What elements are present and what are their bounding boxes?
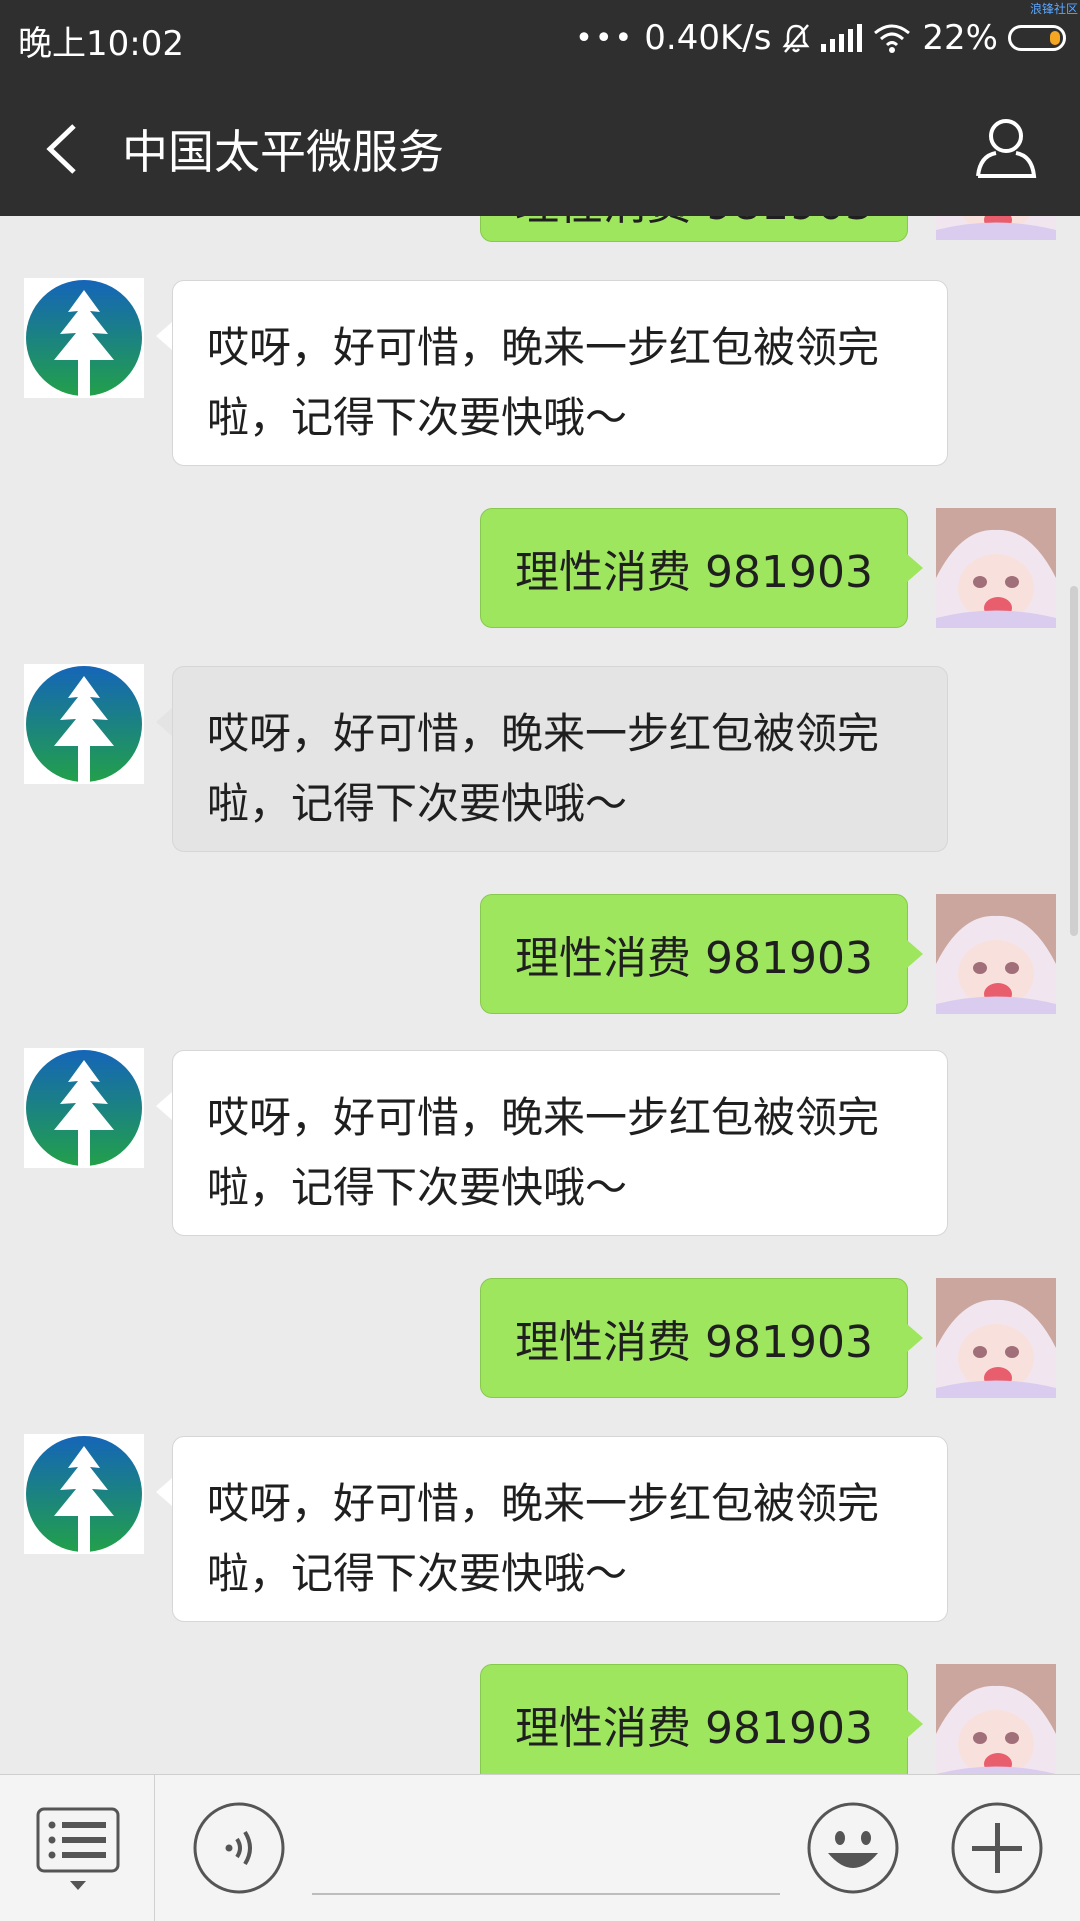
message-text: 理性消费 981903: [515, 1317, 873, 1368]
bubble-tail: [156, 1478, 172, 1506]
wifi-icon: [874, 24, 911, 53]
bubble-tail: [156, 1092, 172, 1120]
battery-percent: 22%: [922, 18, 998, 58]
message-text: 理性消费 981903: [515, 547, 873, 598]
signal-icon: [821, 24, 863, 52]
plus-button[interactable]: [950, 1801, 1044, 1895]
mute-bell-icon: [782, 24, 810, 53]
bubble-tail: [907, 1324, 923, 1352]
divider: [154, 1775, 155, 1921]
message-text: 理性消费 981903: [515, 216, 873, 232]
status-bar: 晚上10:02 ••• 0.40K/s 22% 浪锋社区: [0, 0, 1080, 76]
service-avatar[interactable]: [24, 278, 144, 398]
my-avatar[interactable]: [936, 1664, 1056, 1774]
my-avatar[interactable]: [936, 894, 1056, 1014]
message-bubble[interactable]: 哎呀，好可惜，晚来一步红包被领完啦，记得下次要快哦～: [172, 280, 948, 466]
bubble-tail: [156, 322, 172, 350]
bubble-tail: [907, 1710, 923, 1738]
message-bubble[interactable]: 理性消费 981903: [480, 1664, 908, 1774]
page-title: 中国太平微服务: [122, 125, 444, 179]
message-text: 哎呀，好可惜，晚来一步红包被领完啦，记得下次要快哦～: [207, 709, 880, 828]
service-avatar[interactable]: [24, 664, 144, 784]
service-avatar[interactable]: [24, 1048, 144, 1168]
title-bar: 中国太平微服务: [0, 76, 1080, 216]
menu-toggle-button[interactable]: [36, 1807, 120, 1893]
message-bubble[interactable]: 理性消费 981903: [480, 216, 908, 242]
message-bubble[interactable]: 哎呀，好可惜，晚来一步红包被领完啦，记得下次要快哦～: [172, 1436, 948, 1622]
battery-icon: [1008, 25, 1066, 51]
message-bubble[interactable]: 理性消费 981903: [480, 894, 908, 1014]
message-bubble[interactable]: 理性消费 981903: [480, 508, 908, 628]
bubble-tail: [907, 554, 923, 582]
message-text: 理性消费 981903: [515, 1703, 873, 1754]
my-avatar[interactable]: [936, 216, 1056, 240]
bubble-tail: [156, 708, 172, 736]
message-input[interactable]: [312, 1893, 780, 1895]
voice-button[interactable]: [192, 1801, 286, 1895]
profile-button[interactable]: [972, 112, 1040, 182]
back-button[interactable]: [38, 112, 98, 182]
message-bubble[interactable]: 哎呀，好可惜，晚来一步红包被领完啦，记得下次要快哦～: [172, 666, 948, 852]
message-text: 理性消费 981903: [515, 933, 873, 984]
message-text: 哎呀，好可惜，晚来一步红包被领完啦，记得下次要快哦～: [207, 323, 880, 442]
my-avatar[interactable]: [936, 1278, 1056, 1398]
message-text: 哎呀，好可惜，晚来一步红包被领完啦，记得下次要快哦～: [207, 1479, 880, 1598]
input-bar: [0, 1774, 1080, 1921]
status-icons: ••• 0.40K/s 22%: [575, 12, 1066, 64]
service-avatar[interactable]: [24, 1434, 144, 1554]
chat-scrollbar[interactable]: [1070, 586, 1078, 936]
more-dots-icon: •••: [575, 20, 635, 56]
emoji-button[interactable]: [806, 1801, 900, 1895]
status-time: 晚上10:02: [18, 24, 184, 64]
chat-area[interactable]: 理性消费 981903 哎呀，好可惜，晚来一步红包被领完啦，记得下次要快哦～: [0, 216, 1080, 1774]
my-avatar[interactable]: [936, 508, 1056, 628]
watermark: 浪锋社区: [1029, 2, 1078, 16]
bubble-tail: [907, 940, 923, 968]
network-speed: 0.40K/s: [644, 18, 772, 58]
message-text: 哎呀，好可惜，晚来一步红包被领完啦，记得下次要快哦～: [207, 1093, 880, 1212]
message-bubble[interactable]: 理性消费 981903: [480, 1278, 908, 1398]
message-bubble[interactable]: 哎呀，好可惜，晚来一步红包被领完啦，记得下次要快哦～: [172, 1050, 948, 1236]
